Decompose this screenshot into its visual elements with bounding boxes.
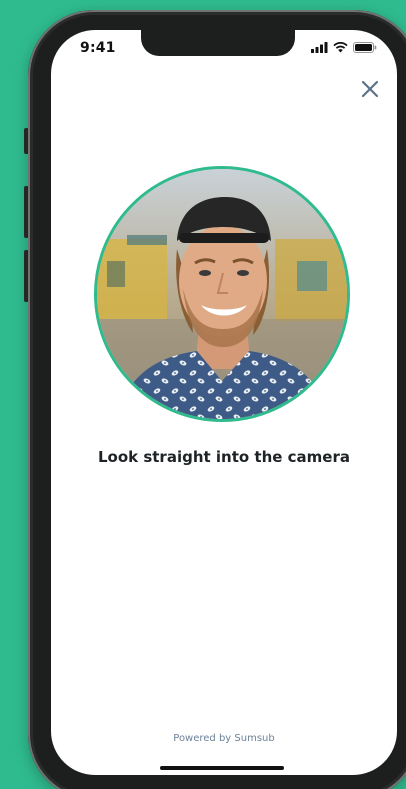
selfie-frame: [94, 166, 350, 422]
wifi-icon: [333, 42, 348, 53]
home-indicator[interactable]: [160, 766, 284, 770]
instruction-text: Look straight into the camera: [97, 448, 351, 466]
close-button[interactable]: [359, 78, 381, 100]
powered-by-link[interactable]: Powered by Sumsub: [51, 733, 397, 744]
phone-screen: 9:41 Look straight into the camera Power…: [51, 30, 397, 775]
status-icons: [311, 42, 377, 53]
face-photo: [97, 169, 347, 419]
close-icon: [361, 80, 379, 98]
status-time: 9:41: [80, 40, 116, 56]
battery-icon: [353, 42, 377, 53]
signal-icon: [311, 42, 328, 53]
page-background: 9:41 Look straight into the camera Power…: [0, 0, 406, 789]
notch: [141, 30, 295, 56]
